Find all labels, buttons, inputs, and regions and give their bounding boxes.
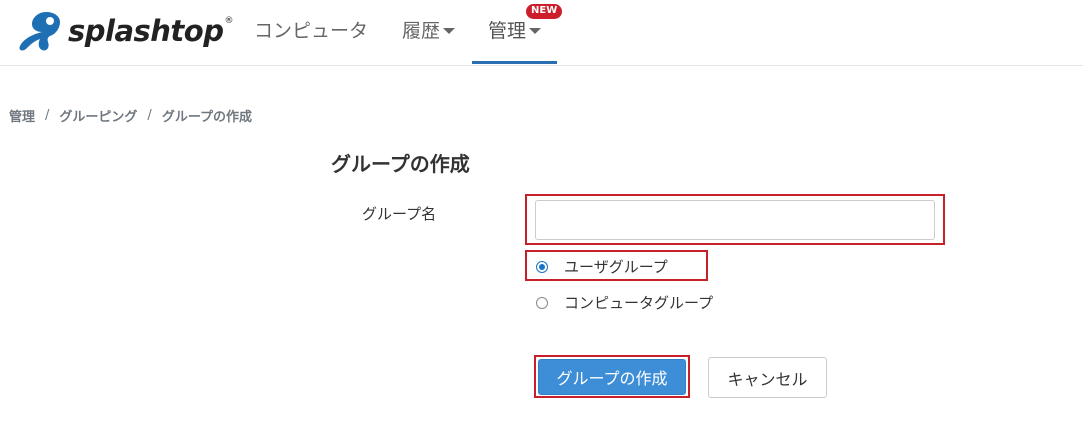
breadcrumb-manage[interactable]: 管理: [9, 106, 35, 125]
radio-computer-group[interactable]: コンピュータグループ: [536, 292, 713, 313]
nav-computers[interactable]: コンピュータ: [254, 16, 368, 43]
page-title: グループの作成: [331, 152, 470, 176]
registered-mark: ®: [224, 16, 234, 26]
breadcrumb: 管理 / グルーピング / グループの作成: [9, 106, 252, 125]
splashtop-logo-icon: [19, 12, 61, 51]
top-navbar: splashtop ® コンピュータ 履歴 管理 NEW: [0, 0, 1083, 66]
breadcrumb-create-group: グループの作成: [161, 110, 253, 125]
radio-unchecked-icon[interactable]: [536, 296, 548, 309]
new-badge: NEW: [526, 4, 563, 19]
nav-history-label: 履歴: [402, 20, 441, 42]
radio-user-group[interactable]: ユーザグループ: [536, 256, 668, 277]
radio-user-group-label: ユーザグループ: [564, 258, 668, 276]
radio-computer-group-label: コンピュータグループ: [564, 294, 714, 312]
group-name-label: グループ名: [362, 205, 437, 223]
logo-wordmark: splashtop: [68, 13, 224, 48]
nav-computers-label: コンピュータ: [254, 20, 369, 42]
breadcrumb-separator: /: [45, 108, 50, 123]
breadcrumb-grouping[interactable]: グルーピング: [59, 106, 137, 125]
create-group-button[interactable]: グループの作成: [538, 359, 686, 395]
nav-manage-dropdown[interactable]: 管理: [488, 16, 542, 43]
chevron-down-icon: [529, 27, 542, 34]
nav-manage-label: 管理: [488, 20, 527, 42]
breadcrumb-separator: /: [147, 108, 152, 123]
splashtop-logo[interactable]: splashtop ®: [16, 8, 233, 54]
chevron-down-icon: [443, 27, 456, 34]
cancel-button[interactable]: キャンセル: [708, 357, 827, 398]
active-tab-indicator: [472, 61, 557, 64]
nav-history-dropdown[interactable]: 履歴: [402, 16, 456, 43]
radio-checked-icon[interactable]: [536, 260, 548, 273]
group-name-input[interactable]: [535, 200, 935, 240]
